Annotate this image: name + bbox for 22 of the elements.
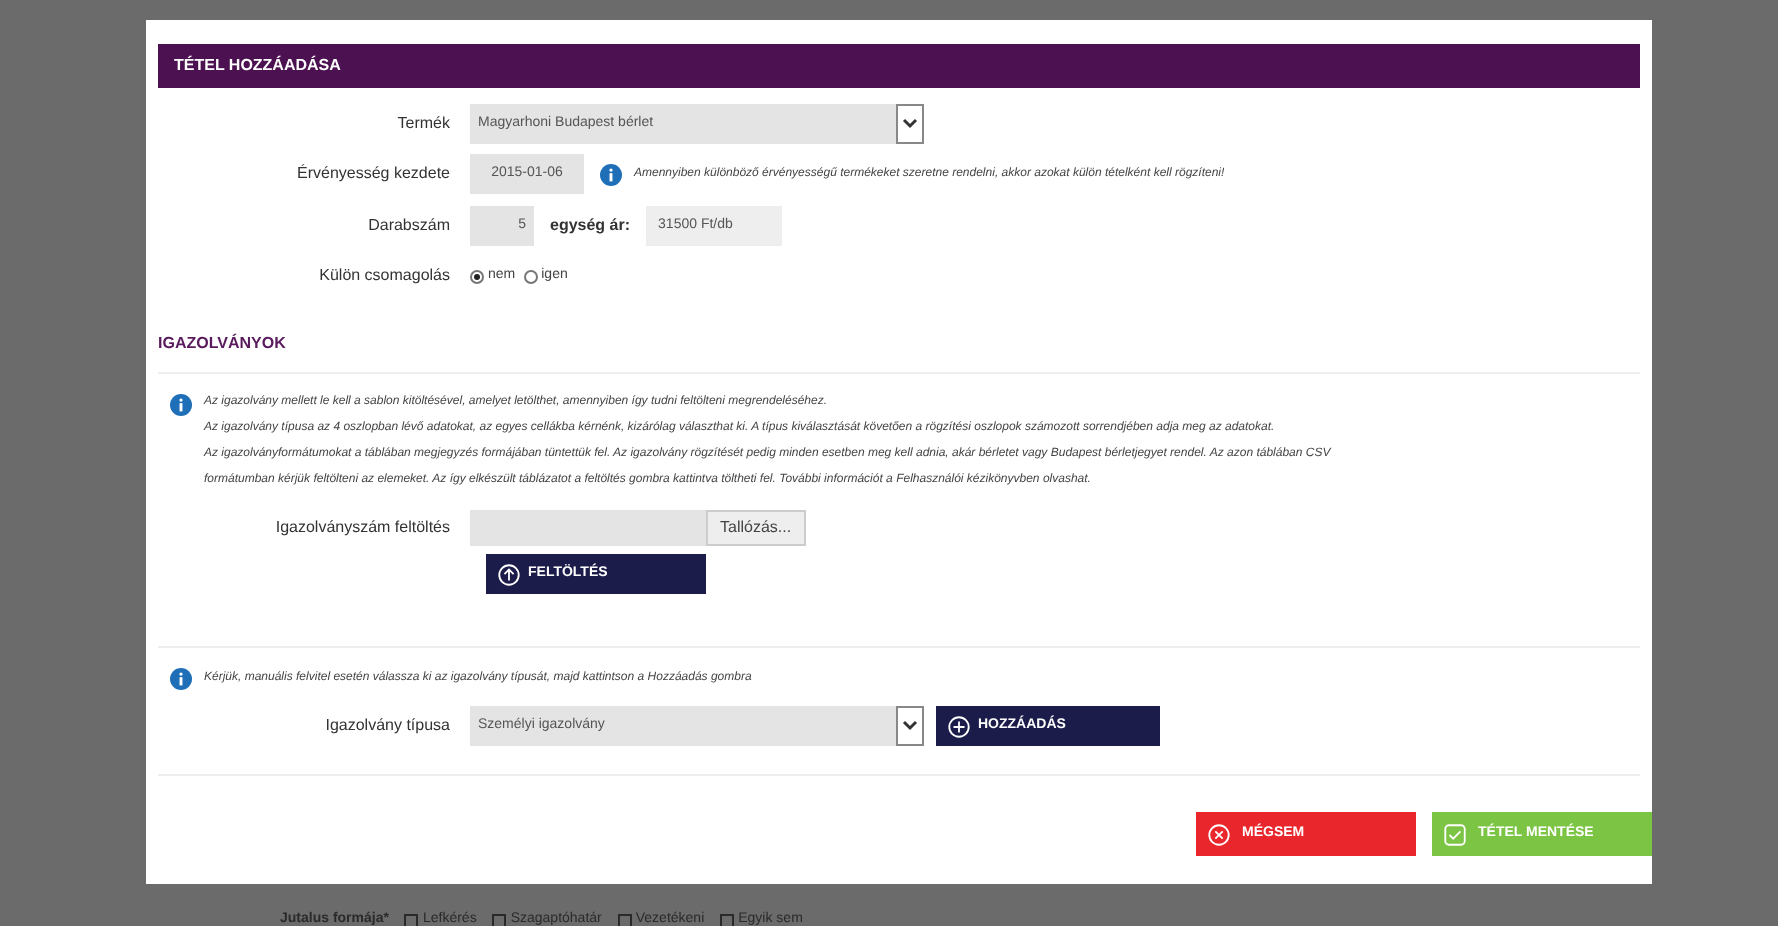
field-label: Termék <box>395 112 452 136</box>
field-label: Darabszám <box>366 214 452 238</box>
field-label: Érvényesség kezdete <box>295 162 452 186</box>
caret-icon <box>902 720 918 732</box>
dropdown-button[interactable] <box>896 706 924 746</box>
upload-icon <box>498 563 520 585</box>
info-icon <box>600 163 622 185</box>
check-icon <box>1444 823 1466 845</box>
info-icon <box>170 394 192 416</box>
field-label: Igazolványszám feltöltés <box>273 516 452 540</box>
info-icon <box>170 668 192 690</box>
file-field[interactable] <box>470 510 706 546</box>
browse-button[interactable]: Tallózás... <box>706 510 806 546</box>
dialog-title: TÉTEL HOZZÁADÁSA <box>174 54 341 78</box>
section-heading: IGAZOLVÁNYOK <box>158 334 286 352</box>
field-label: Igazolvány típusa <box>323 714 452 738</box>
close-icon <box>1208 823 1230 845</box>
caret-icon <box>902 118 918 130</box>
price-label: egység ár: <box>550 214 631 238</box>
plus-icon <box>948 715 970 737</box>
field-label: Külön csomagolás <box>317 264 452 288</box>
dropdown-button[interactable] <box>896 104 924 144</box>
